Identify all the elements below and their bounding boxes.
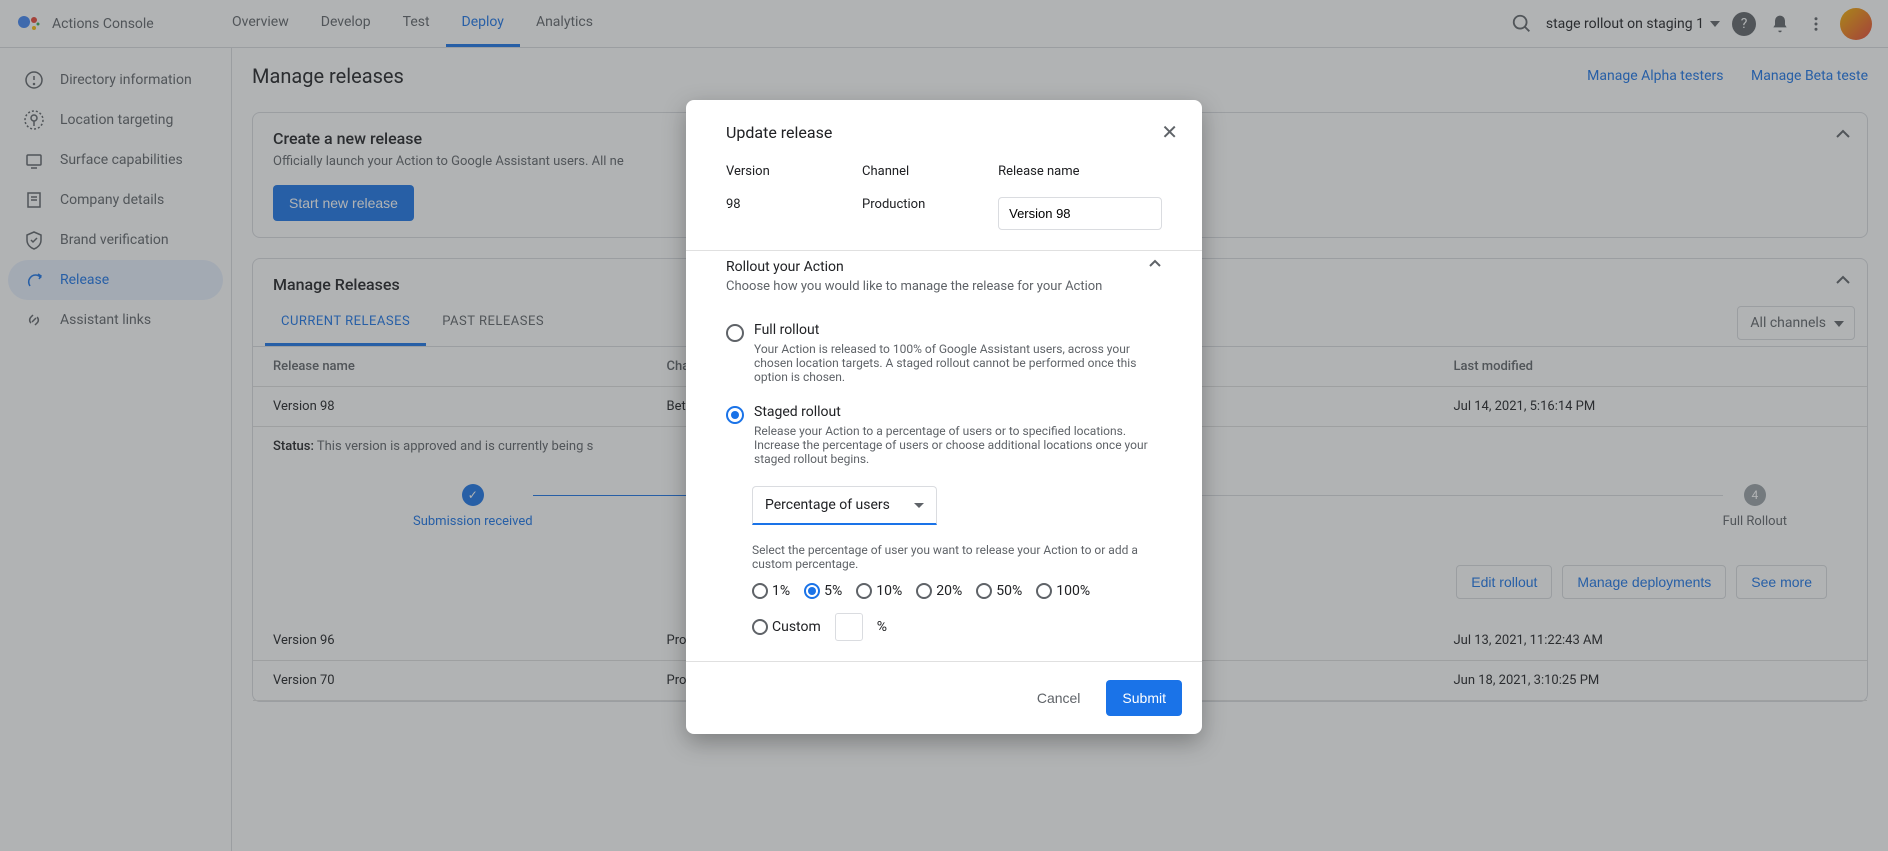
rollout-section-title: Rollout your Action — [726, 259, 1102, 275]
percentage-help-text: Select the percentage of user you want t… — [752, 543, 1162, 571]
modal-overlay: Update release ✕ Version 98 Channel Prod… — [0, 0, 1888, 851]
pct-option-10pct[interactable]: 10% — [856, 583, 902, 599]
cancel-button[interactable]: Cancel — [1025, 680, 1093, 716]
pct-option-5pct[interactable]: 5% — [804, 583, 842, 599]
pct-option-50pct[interactable]: 50% — [976, 583, 1022, 599]
channel-value: Production — [862, 197, 988, 212]
rollout-section-subtitle: Choose how you would like to manage the … — [726, 279, 1102, 294]
dialog-title: Update release — [726, 123, 832, 142]
staged-rollout-radio[interactable] — [726, 406, 744, 424]
chevron-up-icon[interactable] — [1148, 259, 1162, 268]
channel-label: Channel — [862, 164, 988, 179]
close-icon[interactable]: ✕ — [1161, 120, 1178, 144]
update-release-dialog: Update release ✕ Version 98 Channel Prod… — [686, 100, 1202, 734]
submit-button[interactable]: Submit — [1106, 680, 1182, 716]
percentage-options: 1% 5% 10% 20% 50% 100% Custom% — [752, 583, 1162, 641]
pct-suffix: % — [877, 619, 887, 635]
staged-rollout-desc: Release your Action to a percentage of u… — [754, 424, 1162, 466]
version-label: Version — [726, 164, 852, 179]
custom-pct-input[interactable] — [835, 613, 863, 641]
pct-option-20pct[interactable]: 20% — [916, 583, 962, 599]
full-rollout-label: Full rollout — [754, 322, 1162, 338]
release-name-label: Release name — [998, 164, 1162, 179]
staged-rollout-label: Staged rollout — [754, 404, 1162, 420]
release-name-input[interactable] — [998, 197, 1162, 230]
pct-option-100pct[interactable]: 100% — [1036, 583, 1090, 599]
full-rollout-radio[interactable] — [726, 324, 744, 342]
version-value: 98 — [726, 197, 852, 212]
pct-option-1pct[interactable]: 1% — [752, 583, 790, 599]
rollout-type-dropdown[interactable]: Percentage of users — [752, 486, 937, 525]
pct-option-custom[interactable]: Custom — [752, 619, 821, 635]
full-rollout-desc: Your Action is released to 100% of Googl… — [754, 342, 1162, 384]
